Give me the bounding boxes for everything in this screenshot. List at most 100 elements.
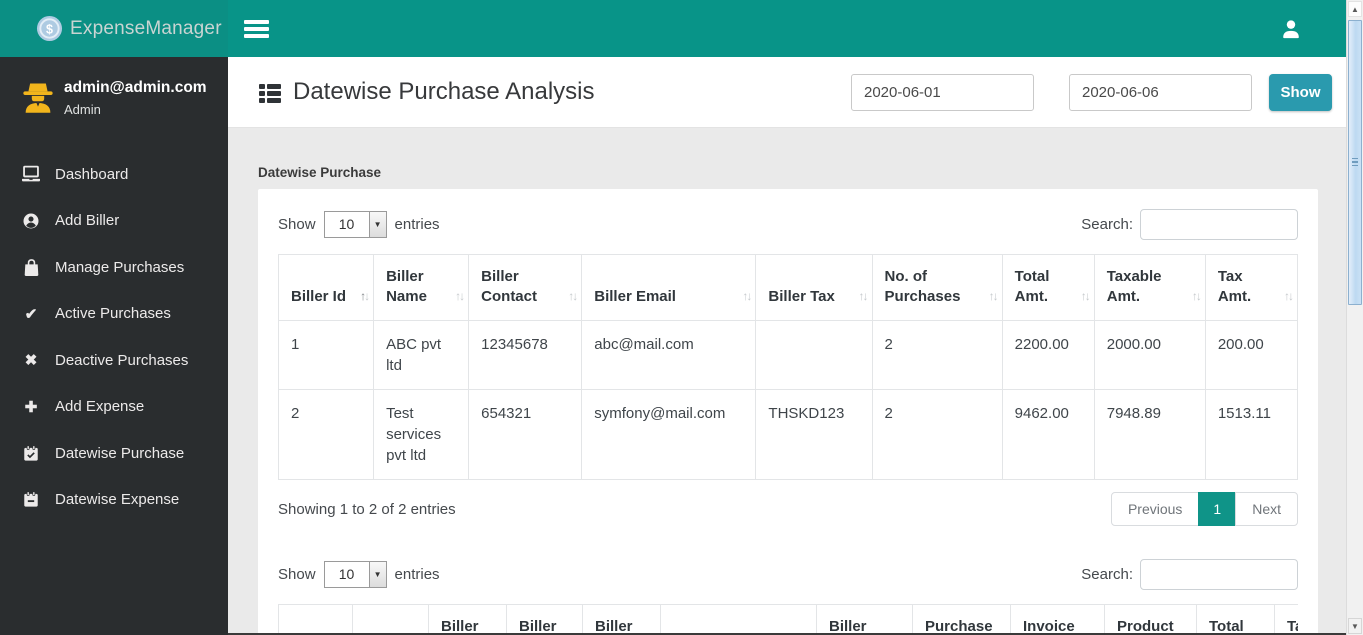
brand-name: ExpenseManager: [70, 17, 222, 39]
sidebar-item-label: Datewise Purchase: [55, 444, 185, 462]
entries-label: entries: [394, 565, 440, 583]
page-number-button[interactable]: 1: [1198, 492, 1237, 526]
col-invoice-no[interactable]: Invoice No.↑↓: [1010, 604, 1105, 635]
col-total-amt[interactable]: Total Amt↑↓: [1196, 604, 1275, 635]
date-to-input[interactable]: [1069, 73, 1252, 111]
vertical-scrollbar[interactable]: ▲ ▼: [1346, 0, 1363, 635]
table-row[interactable]: 1 ABC pvt ltd 12345678 abc@mail.com 2 22…: [277, 320, 1299, 390]
sort-icon: ↑↓: [455, 289, 465, 303]
cell: 2: [277, 389, 375, 480]
sidebar-item-datewise-purchase[interactable]: Datewise Purchase: [0, 430, 228, 477]
show-label: Show: [278, 565, 316, 583]
calendar-check-icon: [20, 445, 42, 462]
col-biller-contact[interactable]: Biller Contact↑↓: [582, 604, 661, 635]
brand[interactable]: $ ExpenseManager: [0, 0, 228, 57]
col-biller-email[interactable]: Biller Email↑↓: [581, 254, 757, 321]
cell: abc@mail.com: [581, 320, 757, 390]
cell: [755, 320, 873, 390]
page-title-text: Datewise Purchase Analysis: [293, 78, 595, 105]
hamburger-icon[interactable]: [238, 11, 275, 47]
search-box: Search:: [1081, 208, 1298, 240]
chevron-down-icon: ▼: [368, 561, 386, 587]
plus-icon: ✚: [24, 398, 38, 416]
sidebar-item-manage-purchases[interactable]: Manage Purchases: [0, 244, 228, 291]
cell: 1: [277, 320, 375, 390]
col-biller-id[interactable]: Biller Id ↑↓: [277, 254, 375, 321]
sort-icon: ↑↓: [858, 289, 869, 303]
cell: 1513.11: [1204, 389, 1299, 480]
detail-header-row: S.No.↑↓ Date↑↓ Biller ID↑↓ Biller Name↑↓…: [278, 604, 1298, 635]
sidebar-item-dashboard[interactable]: Dashboard: [0, 151, 228, 198]
cell: 12345678: [468, 320, 583, 390]
entries-select[interactable]: 10 ▼: [323, 210, 387, 238]
col-total-amt[interactable]: Total Amt. ↑↓: [1001, 254, 1095, 321]
entries-select[interactable]: 10 ▼: [323, 560, 387, 588]
col-biller-tax[interactable]: Biller Tax↑↓: [755, 254, 873, 321]
date-from-input[interactable]: [851, 73, 1034, 111]
show-button[interactable]: Show: [1269, 73, 1332, 111]
cell: 2: [871, 389, 1003, 480]
search-label: Search:: [1081, 215, 1133, 233]
col-tax-amt[interactable]: Tax Amt. ↑↓: [1204, 254, 1299, 321]
detail-table: S.No.↑↓ Date↑↓ Biller ID↑↓ Biller Name↑↓…: [278, 604, 1298, 635]
pagination: Previous 1 Next: [1110, 492, 1298, 526]
entries-select-value: 10: [338, 216, 355, 232]
page-title: Datewise Purchase Analysis: [258, 78, 594, 106]
sidebar-item-label: Deactive Purchases: [55, 351, 189, 369]
entries-select-value: 10: [338, 566, 355, 582]
user-icon[interactable]: [1280, 18, 1302, 40]
col-sno[interactable]: S.No.↑↓: [278, 604, 353, 635]
cell: 9462.00: [1001, 389, 1095, 480]
table-controls: Show 10 ▼ entries Search:: [278, 558, 1298, 590]
col-biller-contact[interactable]: Biller Contact↑↓: [468, 254, 583, 321]
datewise-purchase-card: Show 10 ▼ entries Search: Biller Id ↑↓ B…: [258, 189, 1318, 635]
col-biller-name[interactable]: Biller Name↑↓: [506, 604, 583, 635]
sidebar-item-label: Add Expense: [55, 398, 145, 416]
user-email: admin@admin.com: [64, 79, 207, 96]
cell: 654321: [468, 389, 583, 480]
col-no-of-purchases[interactable]: No. of Purchases ↑↓: [871, 254, 1003, 321]
col-date[interactable]: Date↑↓: [352, 604, 429, 635]
top-navbar: [228, 0, 1346, 57]
svg-text:$: $: [46, 22, 53, 36]
previous-page-button[interactable]: Previous: [1110, 492, 1200, 526]
cell: 2200.00: [1001, 320, 1095, 390]
search-input[interactable]: [1140, 558, 1298, 590]
sidebar-item-active-purchases[interactable]: ✔ Active Purchases: [0, 291, 228, 338]
scroll-up-icon[interactable]: ▲: [1348, 1, 1362, 17]
scroll-down-icon[interactable]: ▼: [1348, 618, 1362, 634]
sort-icon: ↑↓: [568, 289, 578, 303]
cell: 2: [871, 320, 1003, 390]
sort-icon: ↑↓: [1191, 289, 1202, 303]
scrollbar-thumb[interactable]: [1348, 20, 1362, 305]
entries-label: entries: [394, 215, 440, 233]
sort-icon: ↑↓: [742, 289, 752, 303]
table-controls: Show 10 ▼ entries Search:: [278, 208, 1298, 240]
next-page-button[interactable]: Next: [1235, 492, 1298, 526]
col-biller-email[interactable]: Biller Email↑↓: [660, 604, 817, 635]
col-biller-tax[interactable]: Biller Tax↑↓: [816, 604, 913, 635]
user-panel: admin@admin.com Admin: [0, 57, 228, 141]
sidebar-item-label: Active Purchases: [55, 305, 171, 323]
col-biller-id[interactable]: Biller ID↑↓: [428, 604, 507, 635]
col-taxable-amt[interactable]: Taxable Amt: [1274, 604, 1298, 635]
col-product-name[interactable]: Product Name↑↓: [1104, 604, 1197, 635]
sidebar-item-deactive-purchases[interactable]: ✖ Deactive Purchases: [0, 337, 228, 384]
col-purchase-id[interactable]: Purchase Id↑↓: [912, 604, 1011, 635]
col-biller-name[interactable]: Biller Name↑↓: [373, 254, 470, 321]
cell: ABC pvt ltd: [373, 320, 470, 390]
sort-icon: ↑↓: [988, 289, 999, 303]
sidebar-menu: Dashboard Add Biller Manage Purchases ✔ …: [0, 151, 228, 523]
app-window: $ ExpenseManager admin@admin.com Admin D…: [0, 0, 1363, 635]
search-input[interactable]: [1140, 208, 1298, 240]
sidebar-item-add-biller[interactable]: Add Biller: [0, 198, 228, 245]
cell: 7948.89: [1093, 389, 1206, 480]
search-label: Search:: [1081, 565, 1133, 583]
col-taxable-amt[interactable]: Taxable Amt. ↑↓: [1093, 254, 1206, 321]
table-row[interactable]: 2 Test services pvt ltd 654321 symfony@m…: [277, 389, 1299, 480]
user-secret-icon: [23, 83, 53, 113]
sidebar-item-add-expense[interactable]: ✚ Add Expense: [0, 384, 228, 431]
content-area: Datewise Purchase Show 10 ▼ entries Sear…: [228, 128, 1346, 635]
sidebar-item-datewise-expense[interactable]: Datewise Expense: [0, 477, 228, 524]
dollar-coin-icon: $: [36, 15, 63, 42]
